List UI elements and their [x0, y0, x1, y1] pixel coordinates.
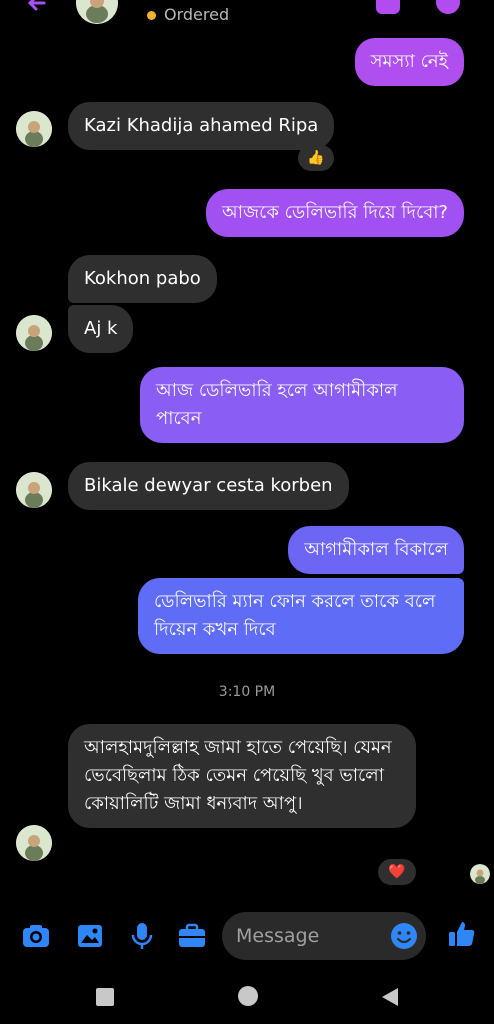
message-timestamp: 3:10 PM [218, 684, 276, 700]
message-bubble-outgoing[interactable]: আগামীকাল বিকালে [288, 526, 464, 574]
video-call-icon[interactable] [376, 0, 400, 14]
message-text: ডেলিভারি ম্যান ফোন করলে তাকে বলে দিয়েন … [154, 591, 436, 640]
message-text: আগামীকাল বিকালে [304, 539, 448, 560]
message-text: আজ ডেলিভারি হলে আগামীকাল পাবেন [156, 380, 398, 429]
message-bubble-incoming[interactable]: Kazi Khadija ahamed Ripa [68, 102, 335, 150]
message-bubble-incoming[interactable]: Aj k [68, 305, 134, 353]
microphone-icon[interactable] [126, 920, 158, 952]
gallery-icon[interactable] [74, 920, 106, 952]
home-icon[interactable] [238, 986, 258, 1006]
header-avatar[interactable] [76, 0, 118, 24]
back-arrow-icon[interactable] [22, 0, 52, 18]
message-text: Kokhon pabo [84, 268, 201, 289]
message-bubble-incoming[interactable]: Kokhon pabo [68, 255, 217, 303]
contact-avatar[interactable] [16, 111, 52, 147]
thumbs-up-icon[interactable] [446, 918, 478, 950]
message-text: Kazi Khadija ahamed Ripa [84, 115, 319, 136]
status-dot [147, 11, 156, 20]
briefcase-icon[interactable] [176, 920, 208, 952]
system-navigation-bar [0, 970, 494, 1024]
emoji-icon[interactable] [388, 920, 420, 952]
recent-apps-icon[interactable] [96, 988, 114, 1006]
reaction-heart[interactable]: ❤️ [378, 859, 416, 885]
message-bubble-outgoing[interactable]: ডেলিভারি ম্যান ফোন করলে তাকে বলে দিয়েন … [138, 578, 464, 654]
message-bubble-outgoing[interactable]: আজ ডেলিভারি হলে আগামীকাল পাবেন [140, 367, 464, 443]
info-icon[interactable] [436, 0, 460, 14]
heart-reaction-icon: ❤️ [388, 864, 406, 880]
status-text: Ordered [164, 5, 230, 24]
seen-avatar [470, 864, 490, 884]
message-input-placeholder: Message [236, 925, 320, 947]
message-bubble-incoming[interactable]: আলহামদুলিল্লাহ জামা হাতে পেয়েছি। যেমন ভ… [68, 724, 416, 828]
message-text: আলহামদুলিল্লাহ জামা হাতে পেয়েছি। যেমন ভ… [84, 737, 392, 814]
message-bubble-outgoing[interactable]: আজকে ডেলিভারি দিয়ে দিবো? [206, 189, 464, 237]
message-text: সমস্যা নেই [370, 51, 448, 72]
contact-avatar[interactable] [16, 315, 52, 351]
back-icon[interactable] [378, 986, 400, 1008]
reaction-thumbs-up[interactable]: 👍 [298, 145, 334, 171]
message-text: Bikale dewyar cesta korben [84, 475, 333, 496]
contact-avatar[interactable] [16, 825, 52, 861]
contact-avatar[interactable] [16, 472, 52, 508]
message-bubble-incoming[interactable]: Bikale dewyar cesta korben [68, 462, 349, 510]
message-bubble-outgoing[interactable]: সমস্যা নেই [354, 38, 464, 86]
message-text: Aj k [84, 318, 118, 339]
message-text: আজকে ডেলিভারি দিয়ে দিবো? [222, 202, 448, 223]
thumbs-up-reaction-icon: 👍 [307, 150, 325, 166]
camera-icon[interactable] [20, 920, 52, 952]
chat-header: Ordered [0, 0, 494, 34]
